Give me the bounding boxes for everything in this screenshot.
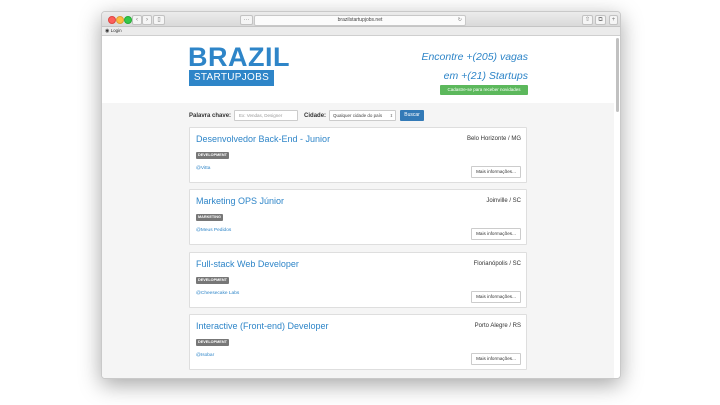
tagline-startups: em +(21) Startups [443, 70, 528, 82]
job-card: Full-stack Web Developer Florianópolis /… [189, 252, 527, 308]
job-card: Marketing OPS Júnior Joinville / SC MARK… [189, 189, 527, 245]
back-arrow-icon[interactable]: ‹ [132, 15, 142, 25]
job-company-link[interactable]: @Isobar [196, 353, 214, 358]
address-bar[interactable]: brazilstartupjobs.net ↻ [254, 14, 466, 26]
reload-icon[interactable]: ↻ [458, 16, 462, 25]
url-text: brazilstartupjobs.net [337, 16, 383, 23]
select-chevron-icon: ⇕ [389, 113, 394, 118]
browser-window: ‹ › ▯ ··· brazilstartupjobs.net ↻ ⇧ ⧉ + … [101, 11, 621, 379]
job-title[interactable]: Full-stack Web Developer [196, 259, 299, 269]
close-window-button[interactable] [108, 16, 116, 24]
job-location: Florianópolis / SC [473, 261, 521, 267]
search-button[interactable]: Buscar [400, 110, 425, 121]
job-category-badge: DEVELOPMENT [196, 339, 229, 346]
city-select-value: Qualquer cidade do país [333, 113, 383, 118]
site-header: BRAZIL STARTUPJOBS Encontre +(205) vagas… [102, 36, 614, 103]
job-category-badge: MARKETING [196, 214, 223, 221]
job-company-link[interactable]: @Meus Pedidos [196, 228, 231, 233]
more-info-button[interactable]: Mais informações... [471, 166, 521, 178]
job-category-badge: DEVELOPMENT [196, 152, 229, 159]
tagline-vagas: Encontre +(205) vagas [421, 51, 528, 63]
browser-toolbar: ‹ › ▯ ··· brazilstartupjobs.net ↻ ⇧ ⧉ + [102, 12, 620, 27]
share-icon[interactable]: ⇧ [582, 15, 593, 25]
keyword-input[interactable]: Ex: Vendas, Designer [234, 110, 299, 121]
bookmarks-bar: ◉ Login [102, 27, 620, 36]
more-info-button[interactable]: Mais informações... [471, 291, 521, 303]
job-location: Porto Alegre / RS [474, 323, 521, 329]
job-company-link[interactable]: @Cheesecake Labs [196, 291, 239, 296]
zoom-window-button[interactable] [124, 16, 132, 24]
signup-button[interactable]: Cadastre-se para receber novidades [440, 85, 528, 95]
more-dots-icon[interactable]: ··· [240, 15, 253, 25]
job-company-link[interactable]: @Vitta [196, 166, 210, 171]
tabs-overview-icon[interactable]: ⧉ [595, 15, 606, 25]
job-card: Interactive (Front-end) Developer Porto … [189, 314, 527, 370]
bookmark-login[interactable]: Login [111, 28, 122, 33]
job-title[interactable]: Desenvolvedor Back-End - Junior [196, 134, 330, 144]
search-form: Palavra chave: Ex: Vendas, Designer Cida… [189, 110, 425, 121]
job-location: Belo Horizonte / MG [466, 136, 521, 142]
logo-brazil[interactable]: BRAZIL [188, 44, 290, 71]
sidebar-icon[interactable]: ▯ [153, 15, 165, 25]
job-card: Desenvolvedor Back-End - Junior Belo Hor… [189, 127, 527, 183]
keyword-label: Palavra chave: [189, 112, 232, 119]
logo-startupjobs[interactable]: STARTUPJOBS [189, 70, 274, 86]
page-content: BRAZIL STARTUPJOBS Encontre +(205) vagas… [102, 36, 620, 378]
city-label: Cidade: [304, 112, 327, 119]
city-select[interactable]: Qualquer cidade do país ⇕ [329, 110, 397, 121]
minimize-window-button[interactable] [116, 16, 124, 24]
scrollbar[interactable] [616, 38, 619, 112]
forward-arrow-icon[interactable]: › [142, 15, 152, 25]
more-info-button[interactable]: Mais informações... [471, 228, 521, 240]
new-tab-icon[interactable]: + [609, 15, 618, 25]
job-title[interactable]: Interactive (Front-end) Developer [196, 321, 329, 331]
job-category-badge: DEVELOPMENT [196, 277, 229, 284]
more-info-button[interactable]: Mais informações... [471, 353, 521, 365]
jobs-section: Palavra chave: Ex: Vendas, Designer Cida… [102, 103, 614, 378]
job-title[interactable]: Marketing OPS Júnior [196, 196, 284, 206]
globe-icon: ◉ [105, 28, 110, 34]
job-location: Joinville / SC [486, 198, 521, 204]
